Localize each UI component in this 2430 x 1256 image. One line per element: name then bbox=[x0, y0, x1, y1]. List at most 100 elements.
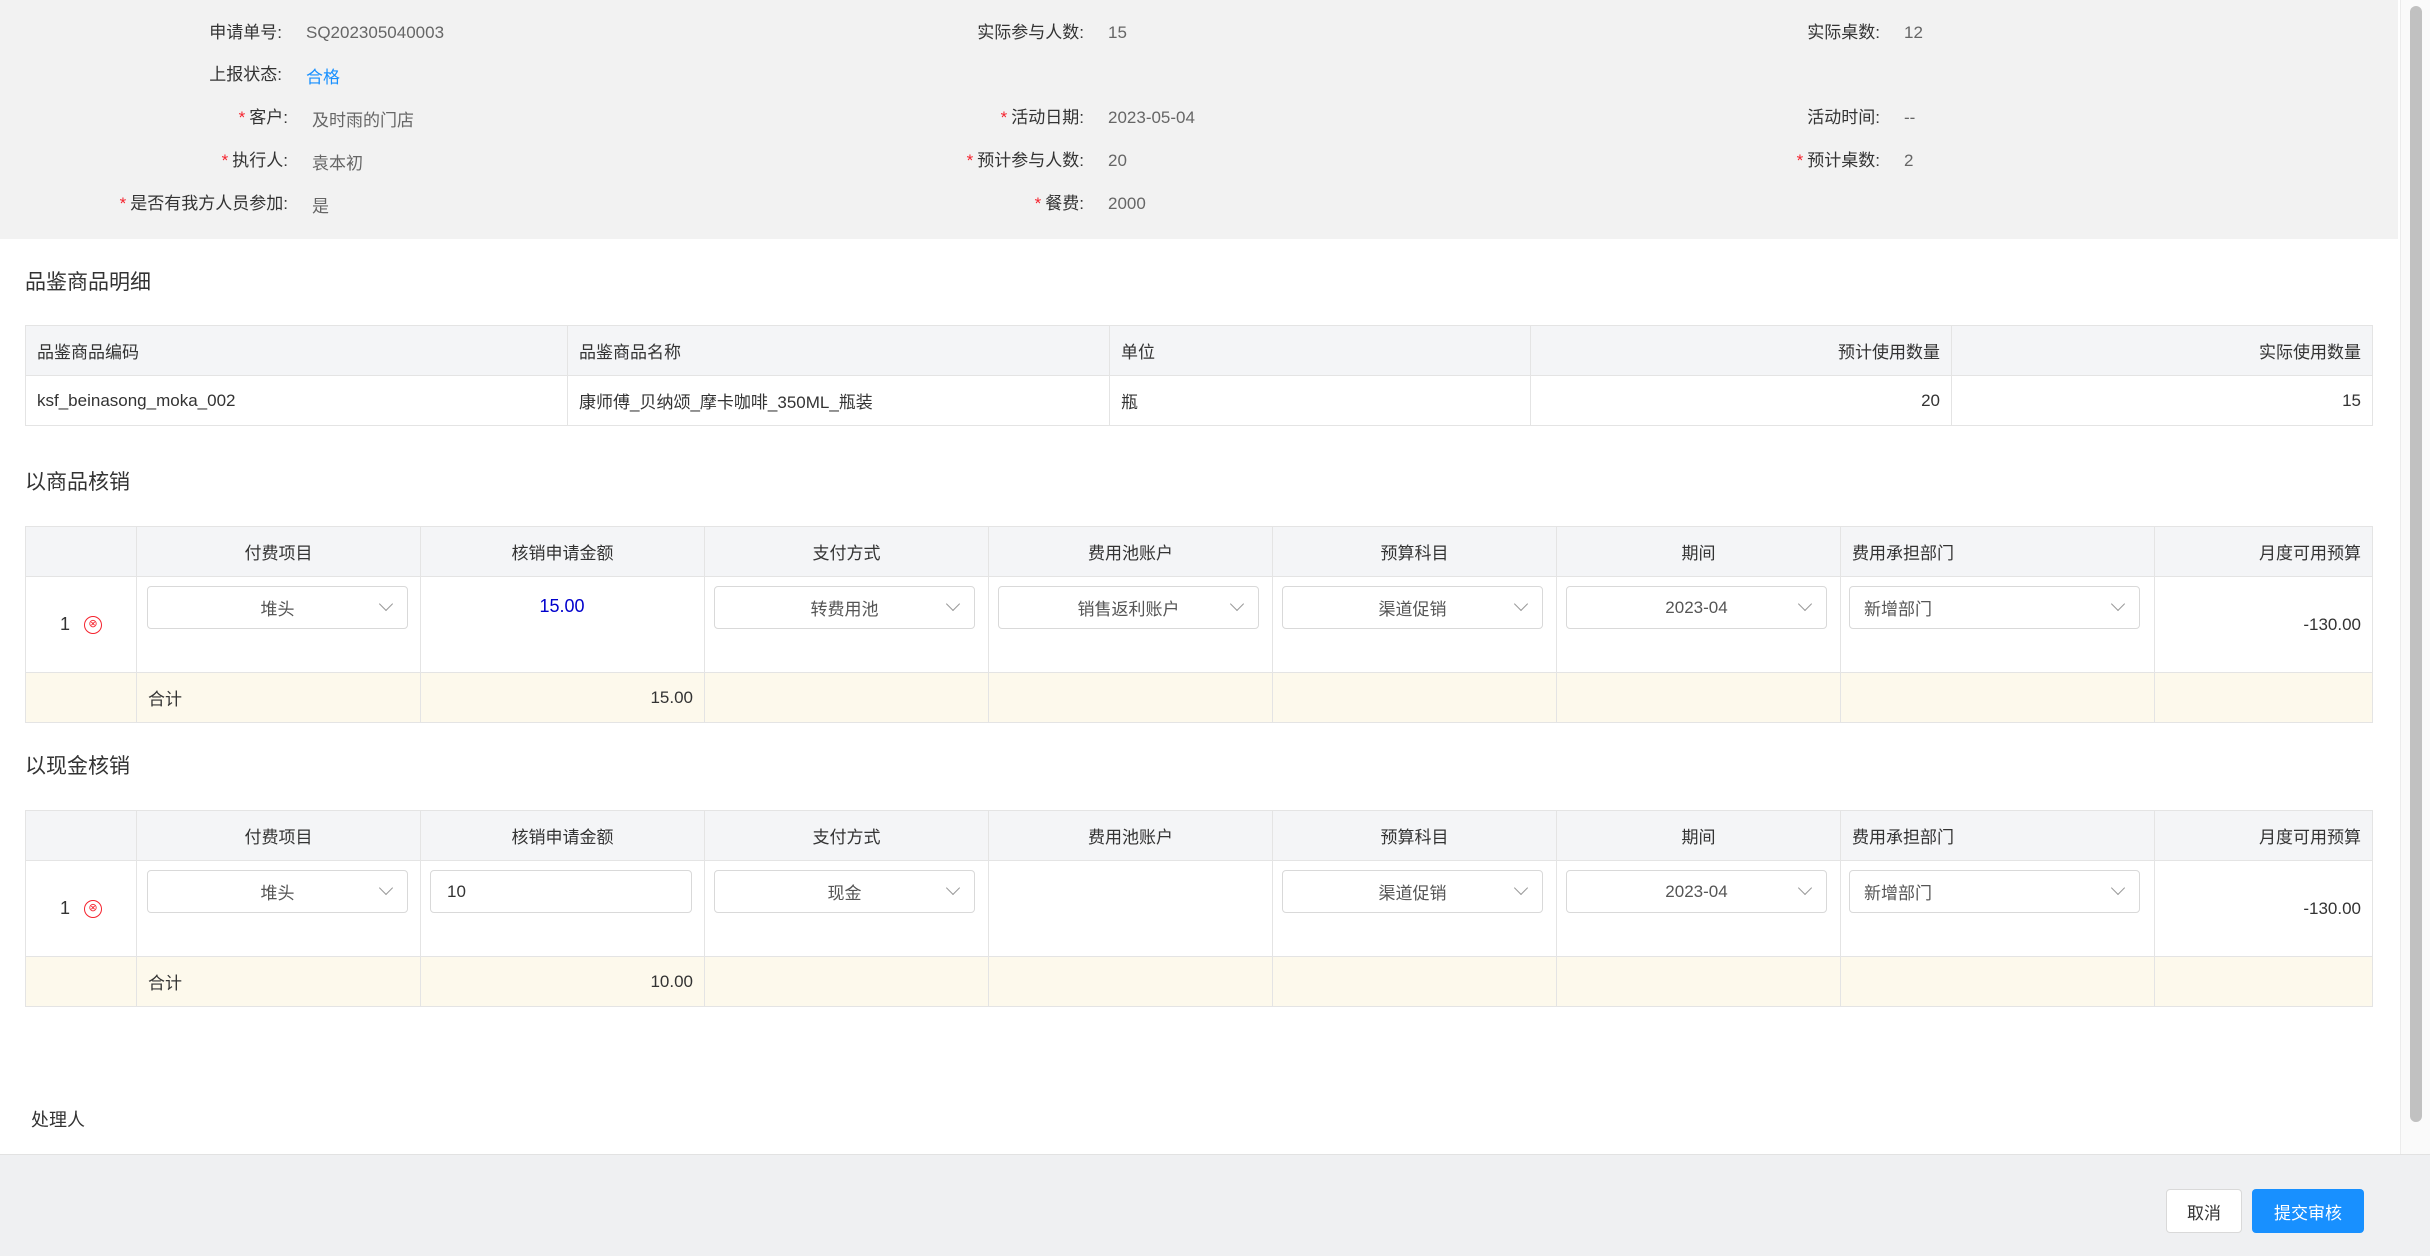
total-label: 合计 bbox=[136, 956, 421, 1007]
field-report-status: 上报状态: 合格 bbox=[209, 63, 340, 88]
apply-no-value: SQ202305040003 bbox=[306, 23, 445, 42]
row-number: 1 bbox=[59, 898, 70, 918]
chevron-down-icon bbox=[2110, 880, 2126, 896]
submit-review-button[interactable]: 提交审核 bbox=[2252, 1189, 2364, 1233]
col-header: 核销申请金额 bbox=[420, 526, 705, 577]
handler-label: 处理人 bbox=[31, 1110, 85, 1130]
col-header: 品鉴商品名称 bbox=[567, 325, 1110, 376]
field-actual-people: 实际参与人数: 15 bbox=[977, 21, 1127, 45]
cash-section-title: 以现金核销 bbox=[25, 755, 130, 778]
chevron-down-icon bbox=[1229, 596, 1245, 612]
actual-people-value: 15 bbox=[1108, 23, 1127, 42]
period-select[interactable]: 2023-04 bbox=[1566, 586, 1827, 629]
vertical-scrollbar[interactable] bbox=[2400, 0, 2430, 1154]
col-header: 品鉴商品编码 bbox=[25, 325, 568, 376]
pay-method-select[interactable]: 现金 bbox=[714, 870, 975, 913]
amount-input[interactable]: 10 bbox=[430, 870, 692, 913]
product-name-cell: 康师傅_贝纳颂_摩卡咖啡_350ML_瓶装 bbox=[567, 375, 1110, 426]
field-meal-fee: * 餐费: 2000 bbox=[1035, 192, 1146, 216]
col-header: 实际使用数量 bbox=[1951, 325, 2373, 376]
planned-tables-label: * 预计桌数: bbox=[1796, 151, 1880, 170]
chevron-down-icon bbox=[1513, 880, 1529, 896]
meal-fee-value: 2000 bbox=[1108, 194, 1146, 213]
row-number: 1 bbox=[59, 614, 70, 634]
goods-section-title: 以商品核销 bbox=[25, 471, 130, 494]
activity-date-value: 2023-05-04 bbox=[1108, 108, 1195, 127]
col-header: 月度可用预算 bbox=[2154, 810, 2373, 861]
table-row: ksf_beinasong_moka_002 康师傅_贝纳颂_摩卡咖啡_350M… bbox=[25, 375, 2373, 426]
planned-people-label: * 预计参与人数: bbox=[966, 151, 1084, 170]
delete-row-icon[interactable]: ⊗ bbox=[84, 615, 102, 634]
activity-time-value: -- bbox=[1904, 108, 1916, 127]
field-activity-date: * 活动日期: 2023-05-04 bbox=[1001, 106, 1195, 130]
col-header: 付费项目 bbox=[136, 526, 421, 577]
chevron-down-icon bbox=[378, 596, 394, 612]
chevron-down-icon bbox=[945, 880, 961, 896]
total-row: 合计 10.00 bbox=[25, 956, 2373, 1007]
col-header: 预计使用数量 bbox=[1530, 325, 1952, 376]
field-activity-time: 活动时间: -- bbox=[1807, 106, 1916, 130]
pay-method-select[interactable]: 转费用池 bbox=[714, 586, 975, 629]
col-header: 支付方式 bbox=[704, 810, 989, 861]
actual-tables-value: 12 bbox=[1904, 23, 1923, 42]
row-index-cell: 1 ⊗ bbox=[25, 860, 137, 957]
amount-cell bbox=[420, 576, 705, 673]
col-header: 费用池账户 bbox=[988, 526, 1273, 577]
col-header: 支付方式 bbox=[704, 526, 989, 577]
monthly-budget-cell: -130.00 bbox=[2154, 576, 2373, 673]
field-actual-tables: 实际桌数: 12 bbox=[1807, 21, 1923, 45]
budget-subject-select[interactable]: 渠道促销 bbox=[1282, 586, 1543, 629]
customer-label: * 客户: bbox=[238, 108, 288, 127]
pay-item-select[interactable]: 堆头 bbox=[147, 586, 408, 629]
planned-qty-cell: 20 bbox=[1530, 375, 1952, 426]
amount-value: 15.00 bbox=[539, 596, 585, 616]
period-select[interactable]: 2023-04 bbox=[1566, 870, 1827, 913]
actual-people-label: 实际参与人数: bbox=[977, 23, 1084, 42]
product-code-cell: ksf_beinasong_moka_002 bbox=[25, 375, 568, 426]
delete-row-icon[interactable]: ⊗ bbox=[84, 899, 102, 918]
total-amount: 10.00 bbox=[420, 956, 705, 1007]
pool-account-select[interactable]: 销售返利账户 bbox=[998, 586, 1259, 629]
field-planned-tables: * 预计桌数: 2 bbox=[1797, 149, 1914, 173]
department-select[interactable]: 新增部门 bbox=[1849, 870, 2140, 913]
activity-time-label: 活动时间: bbox=[1807, 108, 1880, 127]
report-status-link[interactable]: 合格 bbox=[306, 63, 340, 88]
executor-label: * 执行人: bbox=[221, 151, 288, 170]
tasting-table: 品鉴商品编码 品鉴商品名称 单位 预计使用数量 实际使用数量 ksf_beina… bbox=[25, 325, 2373, 426]
monthly-budget-value: -130.00 bbox=[2303, 614, 2361, 634]
scrollbar-thumb[interactable] bbox=[2410, 6, 2422, 1122]
cancel-button[interactable]: 取消 bbox=[2166, 1189, 2242, 1233]
table-header-row: 付费项目 核销申请金额 支付方式 费用池账户 预算科目 期间 费用承担部门 月度… bbox=[25, 526, 2373, 577]
planned-tables-value: 2 bbox=[1904, 151, 1914, 170]
table-header-row: 品鉴商品编码 品鉴商品名称 单位 预计使用数量 实际使用数量 bbox=[25, 325, 2373, 376]
col-header: 核销申请金额 bbox=[420, 810, 705, 861]
total-spacer bbox=[25, 672, 137, 723]
department-select[interactable]: 新增部门 bbox=[1849, 586, 2140, 629]
field-planned-people: * 预计参与人数: 20 bbox=[967, 149, 1127, 173]
total-label: 合计 bbox=[136, 672, 421, 723]
field-apply-no: 申请单号: SQ202305040003 bbox=[209, 21, 445, 45]
col-header: 月度可用预算 bbox=[2154, 526, 2373, 577]
col-header: 单位 bbox=[1109, 325, 1531, 376]
total-amount: 15.00 bbox=[420, 672, 705, 723]
col-header: 付费项目 bbox=[136, 810, 421, 861]
activity-date-label: * 活动日期: bbox=[1000, 108, 1084, 127]
budget-subject-select[interactable]: 渠道促销 bbox=[1282, 870, 1543, 913]
field-our-staff: * 是否有我方人员参加: 是 bbox=[120, 192, 329, 216]
field-customer: * 客户: 及时雨的门店 bbox=[239, 106, 414, 130]
col-header: 期间 bbox=[1556, 810, 1841, 861]
monthly-budget-cell: -130.00 bbox=[2154, 860, 2373, 957]
tasting-section-title: 品鉴商品明细 bbox=[25, 271, 151, 294]
executor-value: 袁本初 bbox=[312, 153, 363, 173]
chevron-down-icon bbox=[1513, 596, 1529, 612]
chevron-down-icon bbox=[1797, 880, 1813, 896]
col-header: 费用池账户 bbox=[988, 810, 1273, 861]
pay-item-select[interactable]: 堆头 bbox=[147, 870, 408, 913]
table-header-row: 付费项目 核销申请金额 支付方式 费用池账户 预算科目 期间 费用承担部门 月度… bbox=[25, 810, 2373, 861]
report-status-label: 上报状态: bbox=[209, 65, 282, 84]
actual-qty-cell: 15 bbox=[1951, 375, 2373, 426]
meal-fee-label: * 餐费: bbox=[1034, 194, 1084, 213]
monthly-budget-value: -130.00 bbox=[2303, 898, 2361, 918]
our-staff-value: 是 bbox=[312, 196, 329, 216]
col-header bbox=[25, 526, 137, 577]
